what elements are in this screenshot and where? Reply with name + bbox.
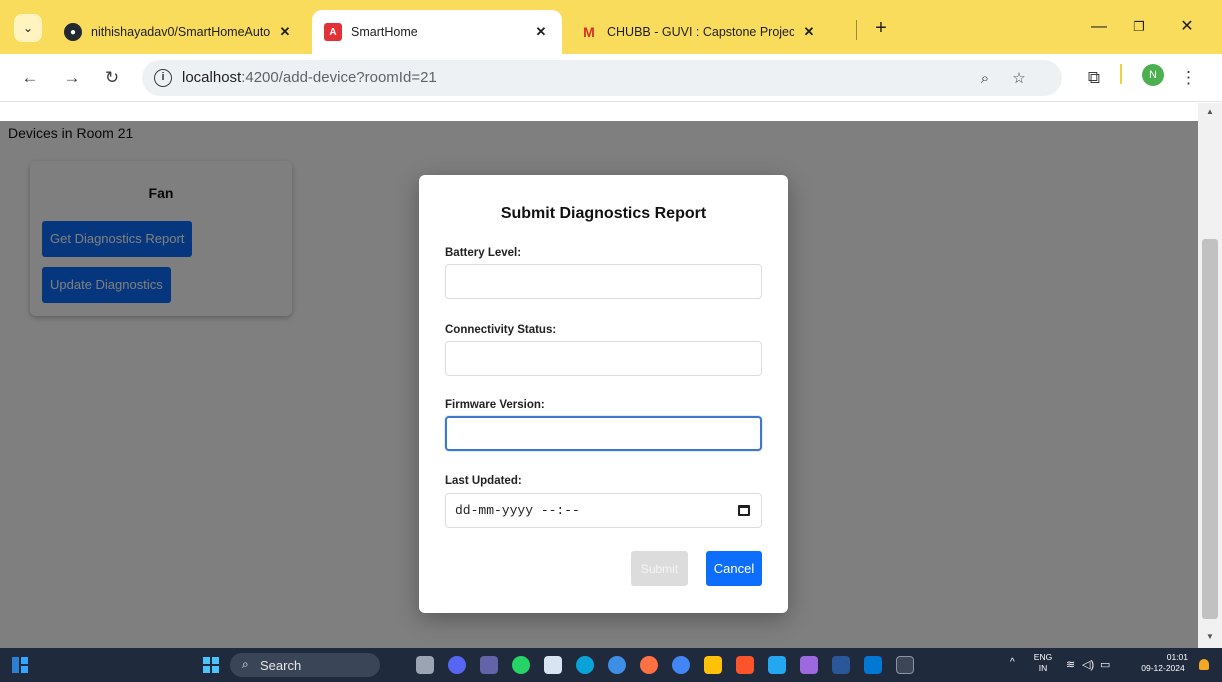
app-icon[interactable] [864, 656, 882, 674]
url-host: localhost [182, 69, 242, 86]
angular-icon: A [324, 23, 342, 41]
tab-github[interactable]: ● nithishayadav0/SmartHomeAutom ✕ [52, 10, 306, 54]
browser-tab-strip: ⌄ ● nithishayadav0/SmartHomeAutom ✕ A Sm… [0, 0, 1222, 54]
windows-taskbar: ⌕ Search ^ ENG IN ≋ ◁) ▭ 01:01 09-12-202… [0, 648, 1222, 682]
new-tab-button[interactable]: + [868, 16, 894, 42]
scroll-up-arrow-icon[interactable]: ▲ [1202, 105, 1218, 119]
more-menu-icon[interactable]: ⋮ [1180, 66, 1197, 90]
windows-start-icon[interactable] [203, 657, 219, 673]
notification-bell-icon[interactable] [1199, 659, 1209, 670]
discord-icon[interactable] [448, 656, 466, 674]
volume-icon[interactable]: ◁) [1082, 658, 1094, 671]
date-placeholder: dd-mm-yyyy --:-- [455, 503, 580, 518]
bookmark-star-icon[interactable]: ☆ [1008, 68, 1030, 90]
toolbar-divider [1120, 64, 1122, 84]
github-icon: ● [64, 23, 82, 41]
cancel-button[interactable]: Cancel [706, 551, 762, 586]
chevron-up-icon[interactable]: ^ [1010, 657, 1015, 668]
taskbar-search-label: Search [260, 658, 302, 673]
task-view-icon[interactable] [416, 656, 434, 674]
site-info-icon[interactable]: i [154, 69, 172, 87]
scroll-thumb[interactable] [1202, 239, 1218, 619]
wifi-icon[interactable]: ≋ [1066, 658, 1075, 671]
firmware-version-label: Firmware Version: [445, 399, 545, 411]
clock-time: 01:01 [1166, 652, 1188, 662]
url-text[interactable]: localhost:4200/add-device?roomId=21 [182, 69, 437, 86]
minimize-icon[interactable]: — [1084, 14, 1114, 40]
back-arrow-icon[interactable]: ← [16, 64, 44, 92]
zoom-icon[interactable]: ⌕ [974, 68, 996, 90]
brave-icon[interactable] [736, 656, 754, 674]
last-updated-label: Last Updated: [445, 475, 522, 487]
tab-smarthome[interactable]: A SmartHome ✕ [312, 10, 562, 54]
tab-search-button[interactable]: ⌄ [14, 14, 42, 42]
tab-divider [856, 20, 857, 40]
restore-icon[interactable]: ❐ [1124, 14, 1154, 40]
submit-button[interactable]: Submit [631, 551, 688, 586]
connectivity-status-input[interactable] [445, 341, 762, 376]
battery-level-label: Battery Level: [445, 247, 522, 259]
close-icon[interactable]: ✕ [532, 24, 550, 40]
clock-date: 09-12-2024 [1141, 663, 1185, 673]
browser-toolbar: ← → ↻ i localhost:4200/add-device?roomId… [0, 54, 1222, 102]
edge-icon[interactable] [576, 656, 594, 674]
connectivity-status-label: Connectivity Status: [445, 324, 557, 336]
firmware-version-input[interactable] [445, 416, 762, 451]
chrome-beta-icon[interactable] [608, 656, 626, 674]
gmail-icon: M [583, 24, 595, 40]
close-icon[interactable]: ✕ [800, 24, 818, 40]
modal-title: Submit Diagnostics Report [500, 205, 707, 222]
tab-title: SmartHome [351, 25, 418, 39]
scroll-down-arrow-icon[interactable]: ▼ [1202, 630, 1218, 644]
region-code: IN [1038, 663, 1048, 673]
language-code: ENG [1033, 652, 1053, 662]
reload-icon[interactable]: ↻ [98, 64, 126, 92]
whatsapp-icon[interactable] [512, 656, 530, 674]
search-icon: ⌕ [242, 657, 249, 671]
vscode-icon[interactable] [768, 656, 786, 674]
diagnostics-modal: Submit Diagnostics Report Battery Level:… [419, 175, 788, 613]
visual-studio-icon[interactable] [800, 656, 818, 674]
taskbar-search[interactable]: ⌕ Search [230, 653, 380, 677]
close-icon[interactable]: ✕ [276, 24, 294, 40]
clock[interactable]: 01:01 09-12-2024 [1134, 652, 1192, 674]
calendar-icon[interactable] [738, 505, 750, 516]
widgets-icon[interactable] [12, 657, 28, 673]
close-window-icon[interactable]: ✕ [1172, 14, 1202, 40]
word-icon[interactable] [832, 656, 850, 674]
app-icon[interactable] [640, 656, 658, 674]
tab-title: nithishayadav0/SmartHomeAutom [91, 25, 270, 39]
url-path: :4200/add-device?roomId=21 [241, 69, 437, 86]
forward-arrow-icon[interactable]: → [58, 64, 86, 92]
last-updated-datetime-input[interactable]: dd-mm-yyyy --:-- [445, 493, 762, 528]
teams-icon[interactable] [480, 656, 498, 674]
battery-level-input[interactable] [445, 264, 762, 299]
terminal-icon[interactable] [896, 656, 914, 674]
language-indicator[interactable]: ENG IN [1030, 652, 1056, 674]
address-bar[interactable]: i localhost:4200/add-device?roomId=21 ⌕ … [142, 60, 1062, 96]
calendar-app-icon[interactable] [544, 656, 562, 674]
tab-title: CHUBB - GUVI : Capstone Project [607, 25, 794, 39]
page-scrollbar[interactable]: ▲ ▼ [1198, 103, 1222, 648]
chrome-icon[interactable] [672, 656, 690, 674]
profile-avatar[interactable]: N [1142, 64, 1164, 86]
tab-chubb-guvi[interactable]: M CHUBB - GUVI : Capstone Project ✕ [568, 10, 830, 54]
extensions-icon[interactable]: ⧉ [1082, 66, 1106, 90]
battery-icon[interactable]: ▭ [1100, 658, 1110, 671]
file-explorer-icon[interactable] [704, 656, 722, 674]
